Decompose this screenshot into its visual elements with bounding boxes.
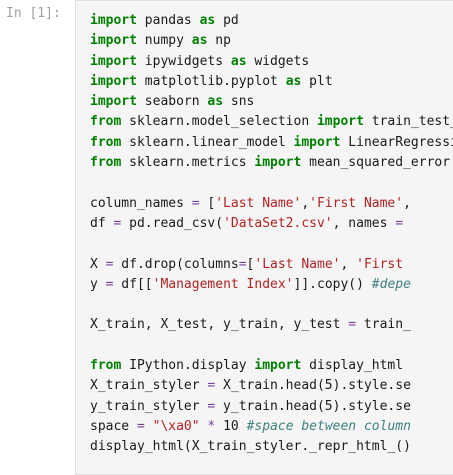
code-token: 10 — [215, 418, 247, 434]
code-token: sklearn.linear_model — [121, 134, 294, 150]
code-token: import — [254, 358, 302, 374]
code-token: pd — [215, 13, 239, 28]
code-token: import — [254, 155, 302, 171]
code-line: ​ — [90, 234, 453, 254]
code-token: X — [90, 256, 106, 272]
code-token: as — [230, 53, 247, 69]
input-prompt: In [1]: — [6, 6, 61, 21]
code-token: train_test_split — [371, 114, 453, 130]
code-token: as — [207, 94, 224, 110]
code-line: import numpy as np — [90, 31, 453, 51]
code-token: y_train_styler — [90, 398, 208, 414]
code-token: IPython.display — [121, 358, 255, 374]
code-token: from — [90, 155, 122, 171]
code-token: , — [340, 256, 357, 272]
code-token: as — [191, 33, 208, 49]
code-editor[interactable]: import pandas as pd import numpy as np imp… — [75, 0, 453, 475]
code-token: #space between column — [246, 418, 411, 434]
code-token: from — [90, 358, 122, 374]
code-token: np — [207, 33, 231, 49]
code-line: import matplotlib.pyplot as plt — [90, 72, 453, 92]
code-token: ipywidgets — [136, 53, 231, 69]
code-token: sklearn.model_selection — [121, 114, 317, 130]
code-token: import — [90, 33, 137, 49]
code-token: display_html — [301, 358, 404, 374]
code-token: import — [90, 73, 137, 89]
code-token: mean_squared_error — [301, 155, 451, 171]
code-token: , — [403, 195, 411, 211]
code-token: X_train_styler — [90, 378, 208, 394]
code-token: as — [285, 73, 302, 89]
code-token: import — [90, 94, 137, 110]
code-line: from sklearn.metrics import mean_squared… — [90, 153, 453, 173]
code-token: 'First Name' — [309, 195, 404, 211]
code-token: 'Last Name' — [215, 195, 302, 211]
code-token: #depe — [371, 276, 411, 292]
code-token: pandas — [136, 13, 200, 28]
code-token: pd.read_csv( — [121, 215, 224, 231]
code-token: = — [238, 256, 247, 272]
code-token: , names — [332, 215, 396, 231]
code-token: = — [395, 215, 404, 231]
code-line: from sklearn.linear_model import LinearR… — [90, 133, 453, 153]
code-token: numpy — [136, 33, 192, 49]
code-line: ​ — [90, 336, 453, 356]
code-token: as — [199, 13, 216, 28]
code-token: train_ — [356, 317, 411, 333]
code-token: seaborn — [136, 94, 208, 110]
code-token: = — [191, 195, 200, 211]
code-token: import — [316, 114, 364, 130]
code-token: X_train, X_test, y_train, y_test — [90, 317, 349, 333]
code-token: df[[ — [113, 276, 153, 292]
code-token: = — [348, 317, 357, 333]
code-line: import seaborn as sns — [90, 92, 453, 112]
code-token: = — [136, 418, 145, 434]
code-token: import — [90, 13, 137, 28]
code-token: [ — [199, 195, 216, 211]
code-token: import — [293, 134, 341, 150]
code-line: ​ — [90, 173, 453, 193]
code-token: LinearRegression — [348, 134, 453, 150]
code-token: space — [90, 418, 137, 434]
code-line: import ipywidgets as widgets — [90, 52, 453, 72]
code-token: 'First — [356, 256, 404, 272]
code-token: ]].copy() — [293, 276, 372, 292]
notebook-code-cell: In [1]: import pandas as pd import numpy … — [0, 0, 453, 475]
code-token: "\xa0" — [152, 418, 200, 434]
code-token: y_train.head(5).style.se — [215, 398, 411, 414]
code-line: space = "\xa0" * 10 #space between colum… — [90, 417, 453, 437]
code-token: sklearn.metrics — [121, 155, 255, 171]
code-line: X_train_styler = X_train.head(5).style.s… — [90, 376, 453, 396]
code-line: df = pd.read_csv('DataSet2.csv', names = — [90, 214, 453, 234]
code-line: import pandas as pd — [90, 11, 453, 31]
code-line: y_train_styler = y_train.head(5).style.s… — [90, 397, 453, 417]
code-token: X_train.head(5).style.se — [215, 378, 411, 394]
code-line: X_train, X_test, y_train, y_test = train… — [90, 315, 453, 335]
code-token: 'Management Index' — [152, 276, 294, 292]
code-token: plt — [301, 73, 333, 89]
code-line: ​ — [90, 295, 453, 315]
code-token: matplotlib.pyplot — [136, 73, 286, 89]
code-token: sns — [223, 94, 255, 110]
code-token: , — [301, 195, 310, 211]
code-line: from sklearn.model_selection import trai… — [90, 112, 453, 132]
code-text[interactable]: import pandas as pd import numpy as np imp… — [90, 11, 453, 458]
code-line: y = df[['Management Index']].copy() #dep… — [90, 275, 453, 295]
code-token: from — [90, 134, 122, 150]
code-token: widgets — [246, 53, 310, 69]
code-token: 'DataSet2.csv' — [223, 215, 333, 231]
code-token: display_html(X_train_styler._repr_html_(… — [90, 439, 411, 455]
code-line: X = df.drop(columns=['Last Name', 'First — [90, 255, 453, 275]
code-token: df — [90, 215, 114, 231]
code-token: 'Last Name' — [254, 256, 341, 272]
code-token: import — [90, 53, 137, 69]
code-line: display_html(X_train_styler._repr_html_(… — [90, 437, 453, 457]
code-token: df.drop(columns — [113, 256, 239, 272]
code-token: y — [90, 276, 106, 292]
code-token: from — [90, 114, 122, 130]
code-line: column_names = ['Last Name','First Name'… — [90, 194, 453, 214]
code-line: from IPython.display import display_html — [90, 356, 453, 376]
code-token: column_names — [90, 195, 192, 211]
